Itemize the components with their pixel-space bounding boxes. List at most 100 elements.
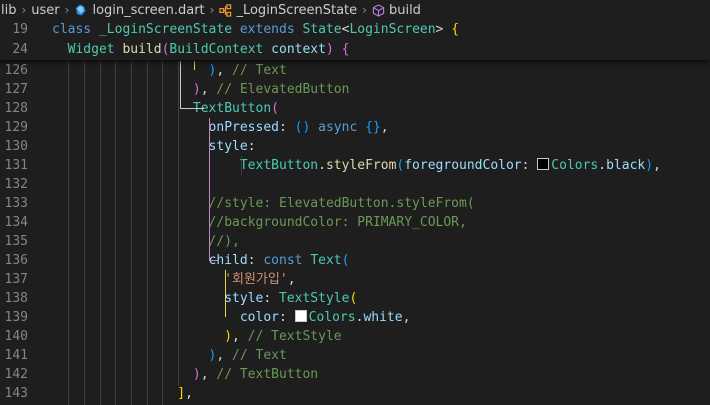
line-code: class _LoginScreenState extends State<Lo… bbox=[52, 20, 459, 40]
breadcrumb-label: lib bbox=[1, 2, 17, 18]
line-number: 141 bbox=[4, 348, 28, 363]
code-token: style bbox=[224, 291, 264, 306]
code-token: { bbox=[341, 42, 350, 57]
code-line[interactable]: 137 '회원가입', bbox=[0, 270, 710, 289]
breadcrumb-separator-icon: › bbox=[209, 3, 215, 17]
breadcrumb: lib › user › login_screen.dart › _LoginScreenS… bbox=[0, 0, 710, 20]
code-token: State bbox=[302, 22, 342, 37]
code-token: child bbox=[208, 253, 248, 268]
code-token: . bbox=[318, 158, 326, 173]
code-token: () bbox=[294, 120, 311, 135]
code-token: build bbox=[122, 42, 162, 57]
code-token: { bbox=[451, 22, 460, 37]
line-code: onPressed: () async {}, bbox=[52, 118, 389, 137]
breadcrumb-item[interactable]: _LoginScreenState bbox=[218, 3, 358, 18]
code-line[interactable]: 127 ), // ElevatedButton bbox=[0, 80, 710, 99]
code-token: Text bbox=[310, 253, 342, 268]
code-token: Colors bbox=[308, 310, 356, 325]
dart-file-icon bbox=[76, 4, 86, 16]
code-line[interactable]: 140 ), // TextStyle bbox=[0, 327, 710, 346]
line-code: ), // TextStyle bbox=[52, 327, 342, 346]
line-code: ], bbox=[52, 384, 193, 403]
code-token: // TextStyle bbox=[247, 329, 342, 344]
code-line[interactable]: 136 child: const Text( bbox=[0, 251, 710, 270]
code-line[interactable]: 135 //), bbox=[0, 232, 710, 251]
line-number: 131 bbox=[4, 158, 28, 173]
breadcrumb-item[interactable]: build bbox=[371, 3, 422, 18]
code-token: //), bbox=[208, 234, 240, 249]
breadcrumb-item[interactable]: lib bbox=[0, 3, 17, 18]
code-token: , bbox=[200, 367, 217, 382]
breadcrumb-label: build bbox=[388, 2, 421, 18]
code-token: async bbox=[318, 120, 358, 135]
sticky-scroll-header[interactable]: 19 class _LoginScreenState extends State<… bbox=[0, 20, 710, 60]
color-swatch-icon[interactable] bbox=[294, 310, 307, 322]
code-line[interactable]: 139 color: Colors.white, bbox=[0, 308, 710, 327]
code-token: ) bbox=[192, 82, 201, 97]
code-line[interactable]: 142 ), // TextButton bbox=[0, 365, 710, 384]
code-token: : bbox=[278, 310, 295, 325]
code-token: ( bbox=[271, 101, 279, 116]
code-token: Widget bbox=[67, 42, 123, 57]
line-code: Widget build(BuildContext context) { bbox=[52, 40, 350, 60]
code-line[interactable]: 133 //style: ElevatedButton.styleFrom( bbox=[0, 194, 710, 213]
code-token: BuildContext bbox=[169, 42, 272, 57]
breadcrumb-label: _LoginScreenState bbox=[236, 2, 358, 18]
code-line[interactable]: 138 style: TextStyle( bbox=[0, 289, 710, 308]
line-number: 142 bbox=[4, 367, 28, 382]
line-code: TextButton( bbox=[52, 99, 279, 118]
code-token: _LoginScreenState bbox=[98, 22, 240, 37]
code-token: TextButton bbox=[192, 101, 272, 116]
code-token: , bbox=[287, 272, 296, 287]
line-number: 132 bbox=[4, 177, 28, 192]
code-token: . bbox=[598, 158, 607, 173]
code-line[interactable]: 141 ), // Text bbox=[0, 346, 710, 365]
code-line[interactable]: 24 Widget build(BuildContext context) { bbox=[0, 40, 710, 60]
line-number: 127 bbox=[4, 82, 28, 97]
line-number: 129 bbox=[4, 120, 28, 135]
line-code: style: TextStyle( bbox=[52, 289, 357, 308]
code-token: ( bbox=[349, 291, 358, 306]
line-code: style: bbox=[52, 137, 256, 156]
code-token: , bbox=[216, 63, 233, 78]
code-line[interactable]: 134 //backgroundColor: PRIMARY_COLOR, bbox=[0, 213, 710, 232]
code-token: foregroundColor bbox=[404, 158, 522, 173]
line-number: 139 bbox=[4, 310, 28, 325]
breadcrumb-item[interactable]: user bbox=[30, 3, 60, 18]
line-code: ), // Text bbox=[52, 346, 287, 365]
code-token: onPressed bbox=[208, 120, 279, 135]
code-token: extends bbox=[239, 22, 303, 37]
code-line[interactable]: 132 bbox=[0, 175, 710, 194]
code-line[interactable]: 131 TextButton.styleFrom(foregroundColor… bbox=[0, 156, 710, 175]
breadcrumb-item[interactable]: login_screen.dart bbox=[73, 3, 205, 18]
code-line[interactable]: 143 ], bbox=[0, 384, 710, 403]
code-token: : bbox=[521, 158, 538, 173]
line-number: 143 bbox=[4, 386, 28, 401]
code-editor[interactable]: 126 ), // Text 127 ), // ElevatedButton 12… bbox=[0, 61, 710, 403]
code-line[interactable]: 129 onPressed: () async {}, bbox=[0, 118, 710, 137]
color-swatch-icon[interactable] bbox=[537, 158, 550, 170]
code-line[interactable]: 19 class _LoginScreenState extends State<… bbox=[0, 20, 710, 40]
code-token: '회원가입' bbox=[224, 272, 288, 287]
code-token: const bbox=[263, 253, 311, 268]
code-token: ) bbox=[192, 367, 201, 382]
code-token: // TextButton bbox=[216, 367, 319, 382]
code-line[interactable]: 128 TextButton( bbox=[0, 99, 710, 118]
line-code: TextButton.styleFrom(foregroundColor: Co… bbox=[52, 156, 661, 175]
line-number: 128 bbox=[4, 101, 28, 116]
code-line[interactable]: 126 ), // Text bbox=[0, 61, 710, 80]
code-token: {} bbox=[365, 120, 381, 135]
code-line[interactable]: 130 style: bbox=[0, 137, 710, 156]
code-token: LoginScreen bbox=[349, 22, 436, 37]
